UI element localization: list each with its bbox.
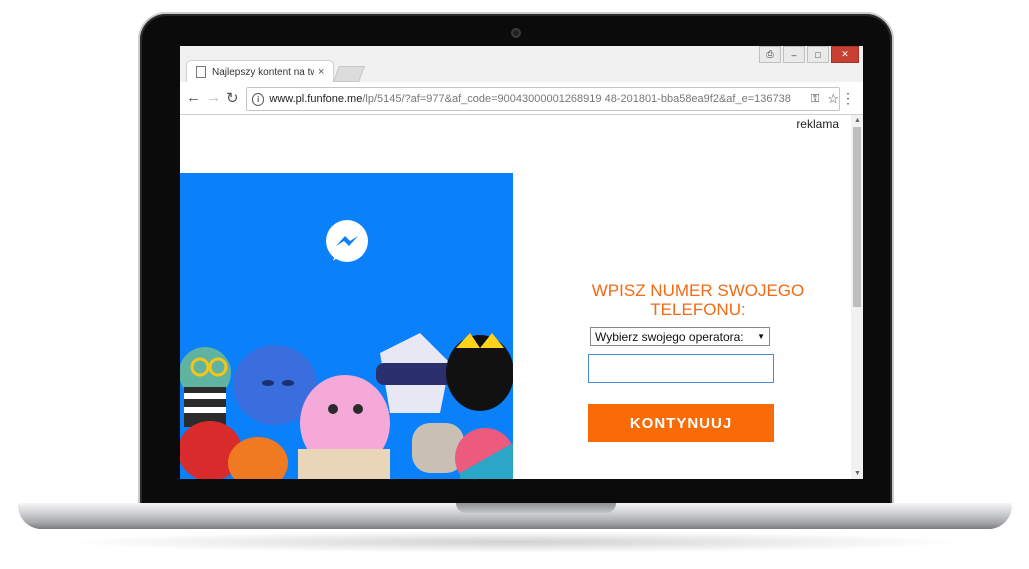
tab-close-icon[interactable]: ×: [318, 66, 324, 78]
back-button[interactable]: ←: [186, 89, 201, 106]
phone-number-input[interactable]: [588, 354, 774, 383]
web-page: reklama WPISZ NUMER SWOJEGO TELEFONU: Wy…: [180, 115, 863, 479]
messenger-banner: [180, 173, 513, 479]
scroll-up-icon[interactable]: ▲: [854, 117, 861, 124]
laptop-base: [18, 503, 1012, 529]
laptop-shadow: [60, 531, 970, 553]
address-bar[interactable]: i www.pl.funfone.me /lp/5145/?af=977&af_…: [246, 87, 840, 111]
close-window-button[interactable]: ✕: [831, 46, 859, 63]
minimize-button[interactable]: –: [783, 46, 805, 63]
browser-window: Najlepszy kontent na tw × ⎙ – □ ✕ ← → ↻ …: [180, 46, 863, 479]
window-controls: ⎙ – □ ✕: [757, 46, 859, 63]
browser-toolbar: ← → ↻ i www.pl.funfone.me /lp/5145/?af=9…: [180, 82, 863, 115]
bookmark-star-icon[interactable]: ☆: [827, 91, 839, 107]
tab-strip: Najlepszy kontent na tw × ⎙ – □ ✕: [180, 46, 863, 83]
browser-tab[interactable]: Najlepszy kontent na tw ×: [186, 60, 334, 83]
forward-button[interactable]: →: [206, 89, 221, 106]
vertical-scrollbar[interactable]: ▲ ▼: [851, 115, 863, 479]
key-icon[interactable]: ⚿: [811, 93, 819, 106]
scroll-down-icon[interactable]: ▼: [854, 470, 861, 477]
scroll-thumb[interactable]: [853, 127, 861, 307]
laptop-notch: [456, 503, 616, 513]
chevron-down-icon: ▼: [757, 332, 765, 341]
tab-title: Najlepszy kontent na tw: [212, 66, 314, 78]
operator-select[interactable]: Wybierz swojego operatora: ▼: [590, 327, 770, 346]
maximize-button[interactable]: □: [807, 46, 829, 63]
user-profile-button[interactable]: ⎙: [759, 46, 781, 63]
page-icon: [196, 66, 206, 78]
cartoon-characters-illustration: [180, 333, 513, 479]
new-tab-button[interactable]: [333, 66, 365, 82]
camera-icon: [511, 28, 521, 38]
continue-button[interactable]: KONTYNUUJ: [588, 404, 774, 442]
info-icon[interactable]: i: [252, 92, 265, 106]
form-title: WPISZ NUMER SWOJEGO TELEFONU:: [591, 281, 805, 319]
browser-menu-button[interactable]: ⋮: [841, 90, 855, 107]
operator-select-label: Wybierz swojego operatora:: [595, 329, 744, 344]
reload-button[interactable]: ↻: [226, 89, 239, 107]
url-path: /lp/5145/?af=977&af_code=900430000012689…: [362, 93, 791, 105]
url-host: www.pl.funfone.me: [269, 93, 363, 105]
ad-label: reklama: [796, 117, 839, 131]
